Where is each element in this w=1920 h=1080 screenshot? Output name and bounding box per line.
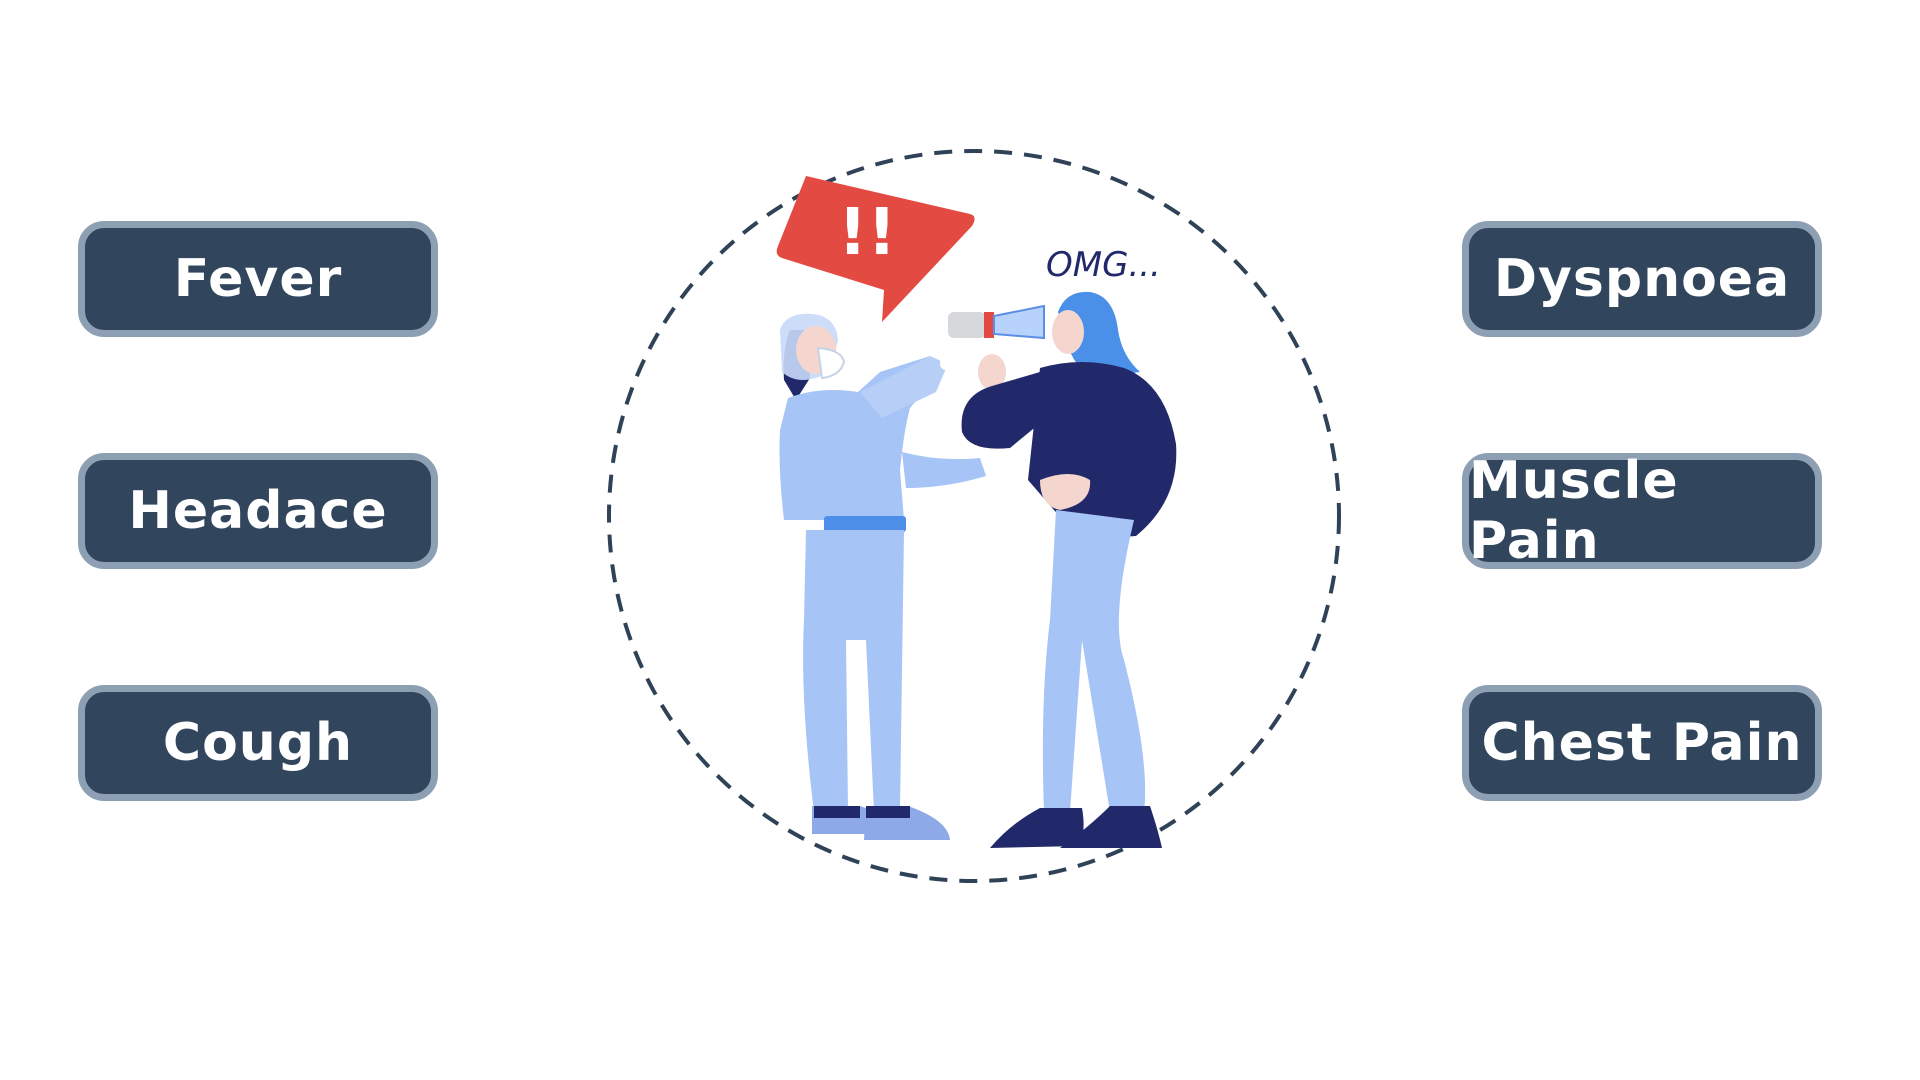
alert-speech-bubble: !!	[776, 176, 975, 322]
patient-figure	[961, 291, 1177, 848]
temperature-check-illustration: !! OMG...	[607, 149, 1341, 883]
omg-text: OMG...	[1046, 245, 1161, 285]
dashed-circle	[607, 149, 1341, 883]
speech-bubble-text: !!	[838, 196, 896, 270]
